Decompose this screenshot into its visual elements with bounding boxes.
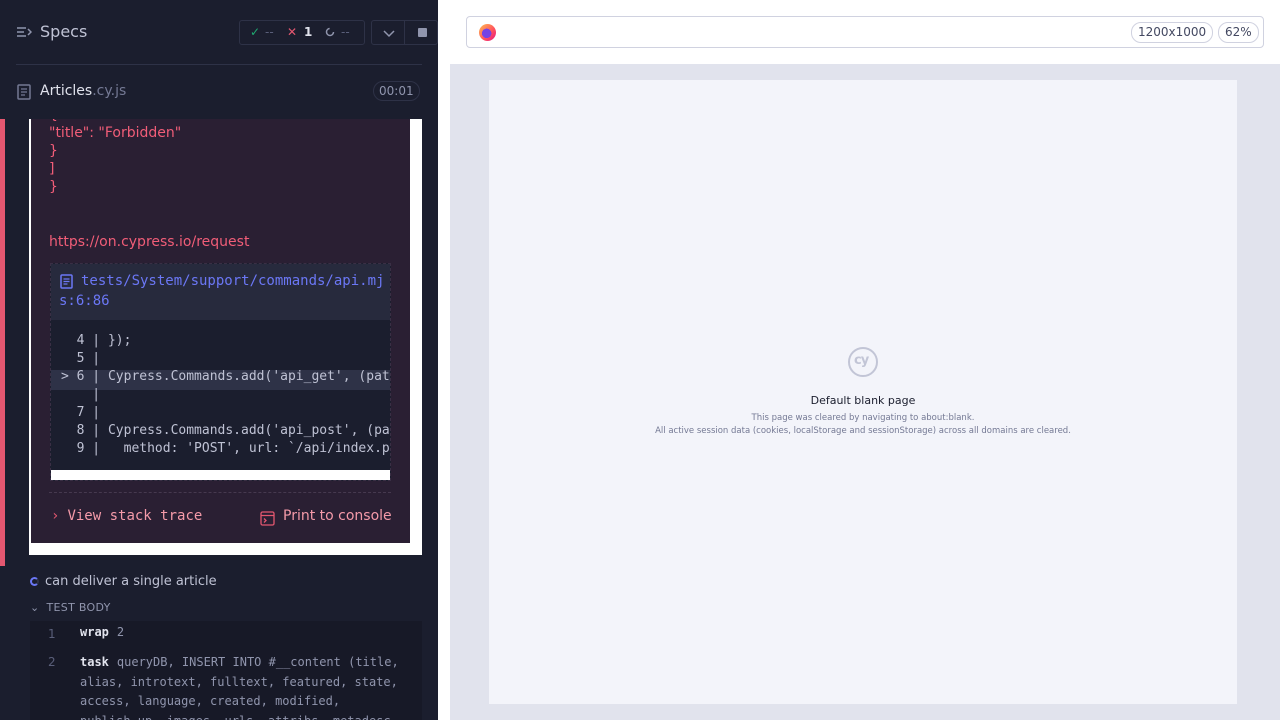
error-footer-divider: [49, 492, 391, 493]
passed-count: --: [265, 25, 274, 39]
reporter-panel: Specs ✓ -- ✕ 1 -- Articles.cy.js 00:01 "…: [0, 0, 438, 720]
blank-page-line2: All active session data (cookies, localS…: [655, 426, 1071, 436]
error-line: ]: [49, 161, 55, 177]
spec-file-header: Articles.cy.js 00:01: [0, 65, 438, 119]
check-icon: ✓: [250, 25, 261, 39]
chevron-down-icon: [383, 30, 395, 38]
pending-icon: [325, 25, 335, 40]
error-line: }: [49, 143, 58, 159]
reporter-scroll-area[interactable]: { "title": "Forbidden" } ] } https://on.…: [0, 119, 438, 720]
code-frame-scrollbar[interactable]: [51, 470, 390, 480]
error-line: "title": "Forbidden": [49, 125, 182, 141]
specs-header: Specs ✓ -- ✕ 1 --: [0, 0, 438, 64]
cypress-logo-icon: cy: [848, 347, 878, 377]
spec-file-ext: .cy.js: [92, 83, 127, 99]
command-number: 2: [48, 655, 56, 669]
failed-test-indicator: [0, 119, 5, 566]
stats-summary: ✓ -- ✕ 1 --: [239, 20, 365, 45]
zoom-badge: 62%: [1218, 22, 1259, 43]
test-body-label: TEST BODY: [46, 601, 111, 614]
code-line: 9 | method: 'POST', url: `/api/index.ph: [61, 441, 391, 456]
command-message: queryDB, INSERT INTO #__content (title, …: [80, 655, 399, 720]
code-line: 4 | });: [61, 333, 132, 348]
test-title[interactable]: can deliver a single article: [30, 574, 217, 589]
print-to-console-label: Print to console: [283, 508, 392, 524]
blank-page-line1: This page was cleared by navigating to a…: [751, 413, 975, 423]
firefox-icon[interactable]: [479, 24, 496, 41]
spec-file-name[interactable]: Articles.cy.js: [40, 83, 126, 99]
failed-count: 1: [304, 25, 313, 39]
expand-collapse-button[interactable]: [371, 20, 405, 45]
code-line: 7 |: [61, 405, 101, 420]
error-docs-link[interactable]: https://on.cypress.io/request: [49, 234, 249, 250]
command-name: task: [80, 655, 109, 669]
blank-page-title: Default blank page: [810, 394, 916, 407]
command-list: 1 wrap 2 2 task queryDB, INSERT INTO #__co…: [30, 621, 422, 720]
code-line: > 6 | Cypress.Commands.add('api_get', (p…: [61, 369, 391, 384]
command-message: 2: [116, 625, 125, 639]
url-header: 1200x1000 62%: [450, 0, 1280, 64]
chevron-down-icon: ⌄: [30, 601, 40, 614]
test-body-header[interactable]: ⌄ TEST BODY: [30, 601, 111, 614]
aut-panel: 1200x1000 62% cy Default blank page This…: [450, 0, 1280, 720]
reporter-resize-handle[interactable]: [438, 0, 450, 720]
toggle-specs-icon[interactable]: [16, 24, 32, 40]
pending-count: --: [341, 25, 350, 39]
spec-duration: 00:01: [373, 81, 420, 101]
viewport-size-badge[interactable]: 1200x1000: [1131, 22, 1214, 43]
code-line: 5 |: [61, 351, 101, 366]
spec-file-basename: Articles: [40, 83, 93, 99]
command-number: 1: [48, 627, 56, 641]
code-frame: tests/System/support/commands/api.mjs:6:…: [50, 263, 391, 481]
view-stack-trace-button[interactable]: › View stack trace: [51, 508, 202, 524]
command-row[interactable]: task queryDB, INSERT INTO #__content (tit…: [80, 653, 410, 720]
code-line: 8 | Cypress.Commands.add('api_post', (pa…: [61, 423, 391, 438]
command-row[interactable]: wrap 2: [80, 623, 410, 643]
error-line: {: [49, 119, 58, 123]
error-line: }: [49, 179, 58, 195]
url-bar[interactable]: 1200x1000 62%: [466, 16, 1264, 48]
stop-icon: [418, 28, 427, 37]
stop-button[interactable]: [404, 20, 438, 45]
code-frame-file-link[interactable]: tests/System/support/commands/api.mjs:6:…: [59, 271, 389, 311]
print-to-console-button[interactable]: Print to console: [260, 508, 392, 526]
terminal-icon: [260, 511, 275, 526]
document-icon: [17, 84, 31, 100]
spinner-icon: [30, 577, 39, 586]
code-frame-body: 4 | }); 5 | > 6 | Cypress.Commands.add('…: [51, 320, 391, 470]
specs-title[interactable]: Specs: [40, 22, 87, 41]
code-line: |: [61, 387, 101, 402]
test-title-text: can deliver a single article: [45, 574, 217, 589]
aut-iframe[interactable]: cy Default blank page This page was clea…: [489, 80, 1237, 704]
code-frame-header[interactable]: tests/System/support/commands/api.mjs:6:…: [51, 264, 390, 320]
chevron-right-icon: ›: [51, 508, 60, 524]
view-stack-trace-label: View stack trace: [67, 508, 203, 524]
command-name: wrap: [80, 625, 109, 639]
x-icon: ✕: [287, 25, 298, 39]
